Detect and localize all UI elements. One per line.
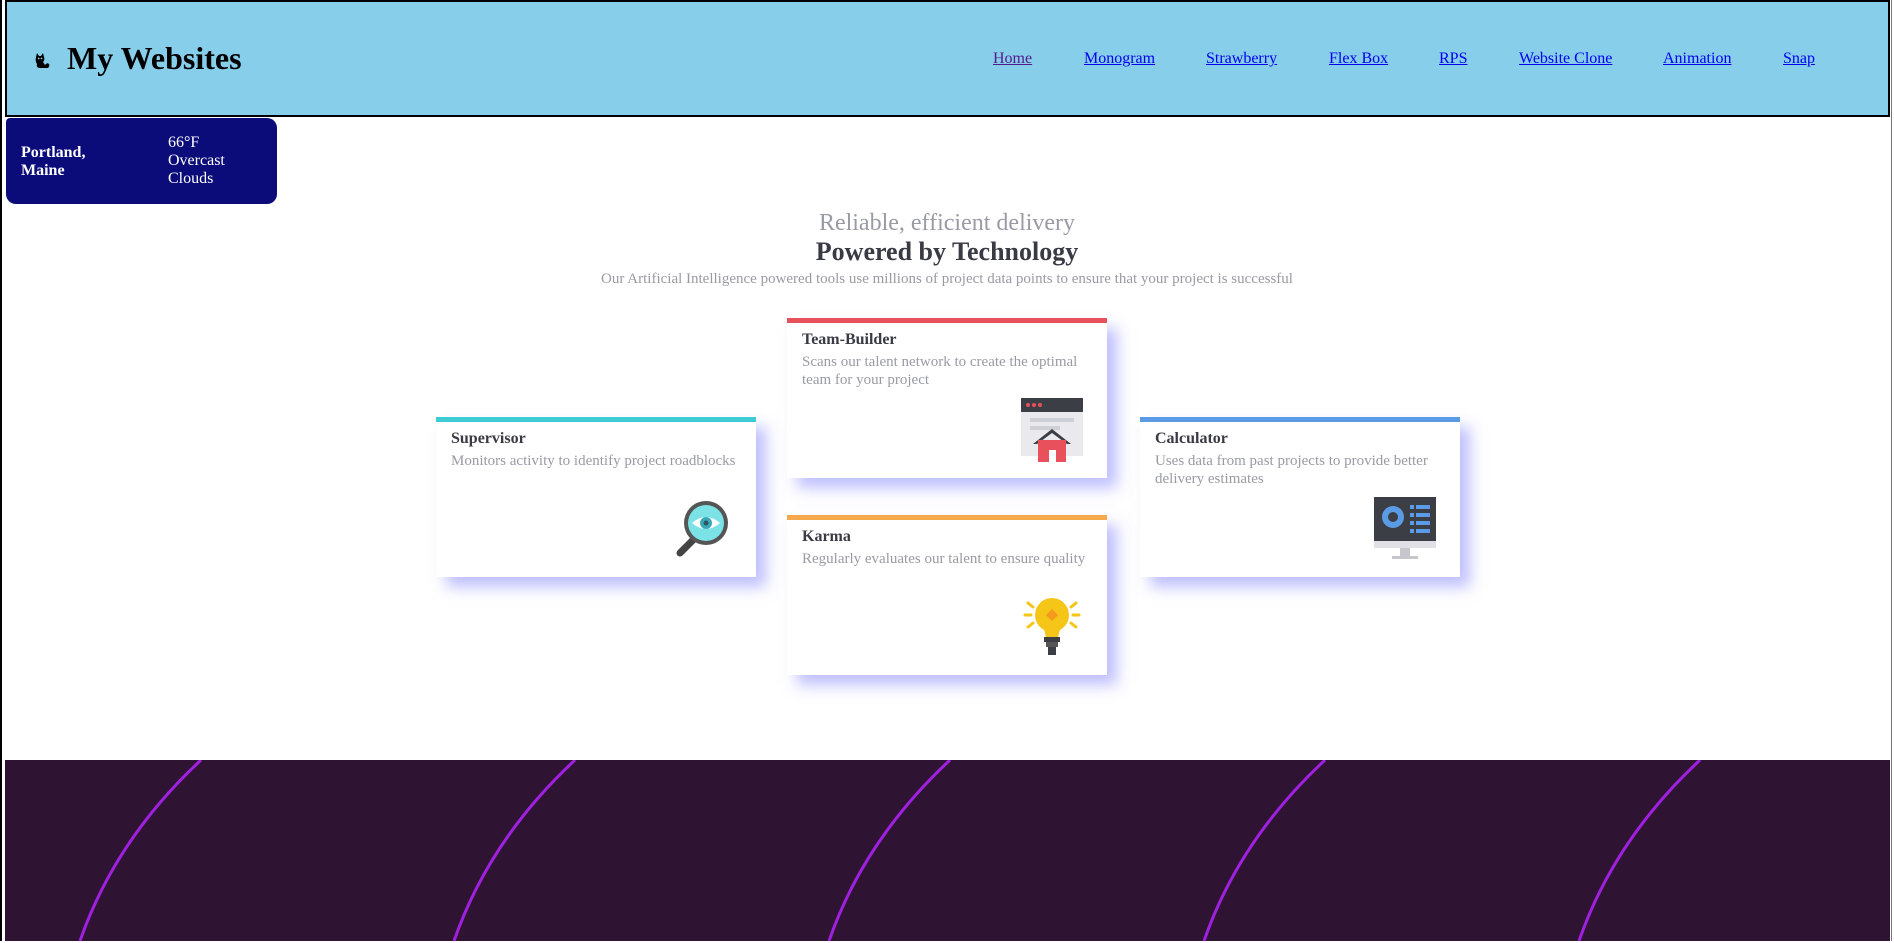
footer-banner xyxy=(5,760,1890,941)
nav-link-snap[interactable]: Snap xyxy=(1783,50,1815,68)
card-karma: Karma Regularly evaluates our talent to … xyxy=(787,515,1107,675)
nav-link-website-clone[interactable]: Website Clone xyxy=(1519,50,1612,68)
weather-condition-line2: Clouds xyxy=(168,170,214,187)
nav-link-flex-box[interactable]: Flex Box xyxy=(1329,50,1388,68)
main-nav: Home Monogram Strawberry Flex Box RPS We… xyxy=(7,50,1888,70)
card-title: Calculator xyxy=(1155,430,1228,447)
nav-link-strawberry[interactable]: Strawberry xyxy=(1206,50,1277,68)
weather-city: Portland, Maine xyxy=(21,144,86,179)
footer-curves xyxy=(78,760,1702,941)
browser-house-icon xyxy=(1019,396,1085,462)
monitor-dashboard-icon xyxy=(1372,495,1438,561)
card-team-builder: Team-Builder Scans our talent network to… xyxy=(787,318,1107,478)
card-title: Karma xyxy=(802,528,851,545)
nav-link-rps[interactable]: RPS xyxy=(1439,50,1467,68)
weather-info: 66°F Overcast Clouds xyxy=(168,134,268,188)
lightbulb-icon xyxy=(1019,593,1085,659)
weather-temperature: 66°F xyxy=(168,134,200,151)
site-header: My Websites Home Monogram Strawberry Fle… xyxy=(5,0,1890,117)
nav-link-home[interactable]: Home xyxy=(993,50,1032,68)
magnifier-eye-icon xyxy=(668,495,734,561)
card-description: Monitors activity to identify project ro… xyxy=(451,453,736,469)
card-title: Supervisor xyxy=(451,430,526,447)
weather-widget: Portland, Maine 66°F Overcast Clouds xyxy=(6,118,277,204)
card-supervisor: Supervisor Monitors activity to identify… xyxy=(436,417,756,577)
card-title: Team-Builder xyxy=(802,331,897,348)
intro-subtext: Our Artificial Intelligence powered tool… xyxy=(601,271,1293,287)
intro-section: Reliable, efficient delivery Powered by … xyxy=(0,208,1894,290)
card-calculator: Calculator Uses data from past projects … xyxy=(1140,417,1460,577)
headline: Powered by Technology xyxy=(815,237,1079,266)
card-description: Uses data from past projects to provide … xyxy=(1155,453,1428,487)
nav-link-monogram[interactable]: Monogram xyxy=(1084,50,1155,68)
tagline: Reliable, efficient delivery xyxy=(818,210,1076,236)
card-description: Scans our talent network to create the o… xyxy=(802,354,1078,388)
nav-link-animation[interactable]: Animation xyxy=(1663,50,1731,68)
weather-condition-line1: Overcast xyxy=(168,152,225,169)
card-description: Regularly evaluates our talent to ensure… xyxy=(802,551,1086,567)
